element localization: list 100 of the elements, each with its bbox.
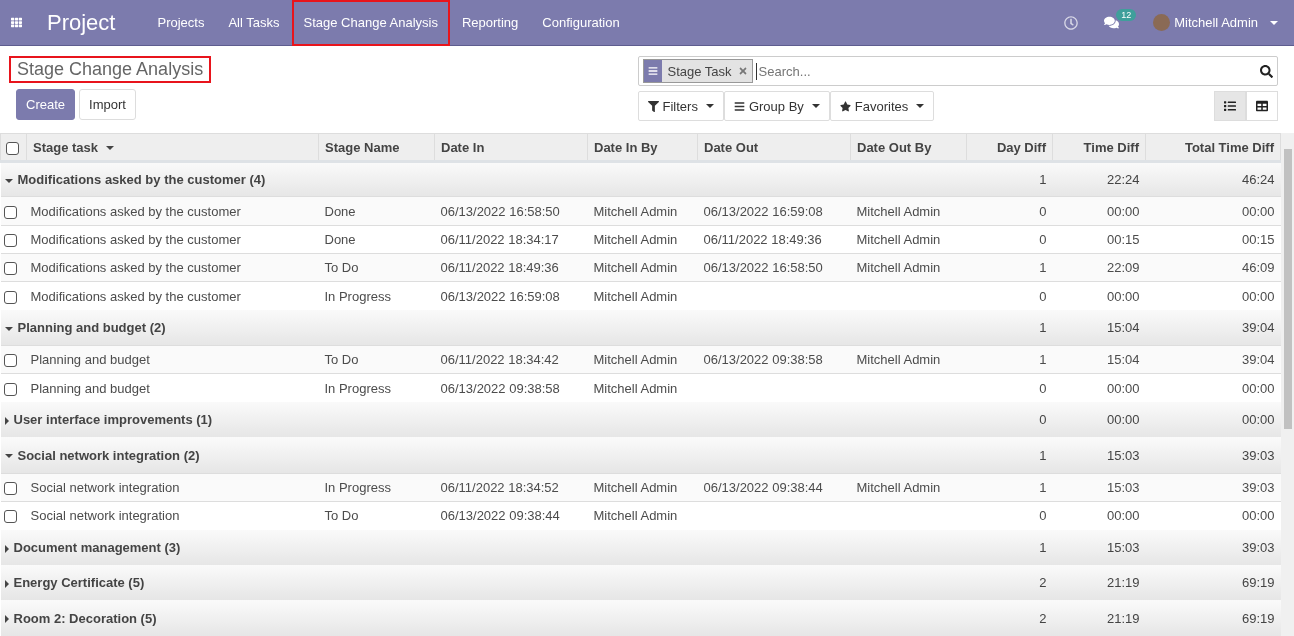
table-cell: In Progress	[324, 479, 391, 495]
group-row[interactable]: Document management (3) 1 15:03 39:03	[0, 529, 1281, 566]
table-cell: Modifications asked by the customer	[30, 260, 241, 276]
column-header[interactable]: Stage Name	[318, 133, 435, 162]
group-row[interactable]: User interface improvements (1) 0 00:00 00:00	[0, 402, 1281, 438]
table-cell: 2	[1039, 575, 1047, 591]
search-icon[interactable]	[1260, 64, 1273, 78]
menu-item[interactable]: Reporting	[449, 0, 531, 46]
row-checkbox[interactable]	[3, 205, 17, 219]
table-cell: 46:24	[1241, 172, 1275, 188]
table-cell: 06/13/2022 16:58:50	[703, 260, 823, 276]
search-option-button[interactable]: Group By	[723, 91, 830, 121]
table-cell: 00:00	[1106, 380, 1140, 396]
table-cell: Planning and budget	[30, 352, 150, 368]
table-cell: 00:15	[1241, 231, 1275, 247]
group-icon	[647, 66, 658, 76]
column-header[interactable]: Date Out	[697, 133, 851, 162]
table-cell: 06/11/2022 18:49:36	[440, 260, 559, 276]
column-header[interactable]: Date In By	[587, 133, 698, 162]
table-cell: 00:00	[1241, 203, 1275, 219]
table-cell: 00:00	[1106, 203, 1140, 219]
table-cell: 06/11/2022 18:34:52	[440, 479, 559, 495]
menu-item[interactable]: Stage Change Analysis	[291, 0, 450, 46]
table-cell: In Progress	[324, 288, 391, 304]
chat-icon[interactable]	[1104, 15, 1120, 30]
column-header[interactable]: Total Time Diff	[1145, 133, 1281, 162]
table-cell: 06/13/2022 09:38:58	[440, 380, 560, 396]
caret-icon[interactable]	[1270, 20, 1278, 25]
filter-icon	[647, 100, 659, 112]
table-cell: 15:04	[1106, 352, 1140, 368]
column-header[interactable]: Stage task	[26, 133, 319, 162]
table-cell: 06/13/2022 09:38:44	[703, 479, 823, 495]
table-cell: 15:03	[1106, 479, 1140, 495]
column-header[interactable]: Day Diff	[966, 133, 1053, 162]
row-checkbox[interactable]	[3, 382, 17, 396]
table-cell: 00:00	[1241, 508, 1275, 524]
user-name[interactable]: Mitchell Admin	[1174, 15, 1258, 30]
table-cell: Social network integration	[30, 479, 180, 495]
row-checkbox[interactable]	[3, 354, 17, 368]
group-row[interactable]: Planning and budget (2) 1 15:04 39:04	[0, 310, 1281, 346]
table-cell: Mitchell Admin	[593, 508, 678, 524]
table-cell: 69:19	[1241, 610, 1275, 626]
pivot-view-button[interactable]	[1246, 91, 1278, 121]
menu-item[interactable]: Projects	[145, 0, 217, 46]
menu-item[interactable]: Configuration	[530, 0, 632, 46]
close-icon[interactable]	[737, 66, 748, 76]
search-field[interactable]: Stage Task Search...	[637, 56, 1278, 86]
table-cell: 21:19	[1106, 610, 1140, 626]
list-view-button[interactable]	[1214, 91, 1246, 121]
group-row[interactable]: Modifications asked by the customer (4) 1 22:24 46:24	[0, 161, 1281, 197]
table-cell: 39:03	[1241, 447, 1275, 463]
search-option-button[interactable]: Filters	[637, 91, 724, 121]
row-checkbox[interactable]	[3, 262, 17, 276]
table-cell: 00:00	[1241, 412, 1275, 428]
row-checkbox[interactable]	[3, 510, 17, 524]
group-label: Planning and budget (2)	[17, 320, 166, 336]
row-checkbox[interactable]	[3, 233, 17, 247]
table-cell: In Progress	[324, 380, 391, 396]
group-row[interactable]: Room 2: Decoration (5) 2 21:19 69:19	[0, 600, 1281, 636]
list-icon	[1224, 100, 1236, 112]
table-cell: 06/11/2022 18:49:36	[703, 231, 822, 247]
scrollbar-thumb[interactable]	[1283, 149, 1292, 429]
table-cell: 00:00	[1106, 412, 1140, 428]
table-cell: 15:03	[1106, 539, 1140, 555]
lines-icon	[733, 100, 745, 112]
column-header[interactable]: Date In	[434, 133, 588, 162]
table-cell: Social network integration	[30, 508, 180, 524]
import-button[interactable]: Import	[79, 89, 136, 120]
table-cell: 39:04	[1241, 320, 1275, 336]
table-cell: 22:09	[1106, 260, 1140, 276]
table-cell: To Do	[324, 260, 359, 276]
row-checkbox[interactable]	[3, 481, 17, 495]
table-cell: 39:03	[1241, 479, 1275, 495]
row-checkbox[interactable]	[3, 290, 17, 304]
message-count: 12	[1116, 9, 1137, 21]
table-cell: 39:04	[1241, 352, 1275, 368]
search-option-button[interactable]: Favorites	[829, 91, 935, 121]
table-cell: 15:04	[1106, 320, 1140, 336]
table-cell: Mitchell Admin	[856, 260, 941, 276]
table-cell: Modifications asked by the customer	[30, 288, 241, 304]
group-row[interactable]: Energy Certificate (5) 2 21:19 69:19	[0, 565, 1281, 601]
table-cell: Mitchell Admin	[856, 479, 941, 495]
search-facet[interactable]: Stage Task	[642, 59, 753, 83]
column-header[interactable]: Date Out By	[850, 133, 967, 162]
table-cell: Planning and budget	[30, 380, 150, 396]
table-cell: Mitchell Admin	[856, 203, 941, 219]
group-row[interactable]: Social network integration (2) 1 15:03 39:03	[0, 437, 1281, 474]
table-cell: Mitchell Admin	[593, 231, 678, 247]
clock-icon[interactable]	[1064, 15, 1079, 30]
table-cell: 0	[1039, 231, 1047, 247]
table-cell: 1	[1039, 352, 1047, 368]
select-all-checkbox[interactable]	[6, 141, 19, 155]
create-button[interactable]: Create	[16, 89, 76, 120]
column-header[interactable]: Time Diff	[1052, 133, 1146, 162]
apps-menu-icon[interactable]	[11, 17, 22, 28]
table-cell: Done	[324, 231, 356, 247]
menu-item[interactable]: All Tasks	[216, 0, 292, 46]
table-cell: To Do	[324, 352, 359, 368]
table-cell: 0	[1039, 508, 1047, 524]
table-cell: 1	[1039, 320, 1047, 336]
